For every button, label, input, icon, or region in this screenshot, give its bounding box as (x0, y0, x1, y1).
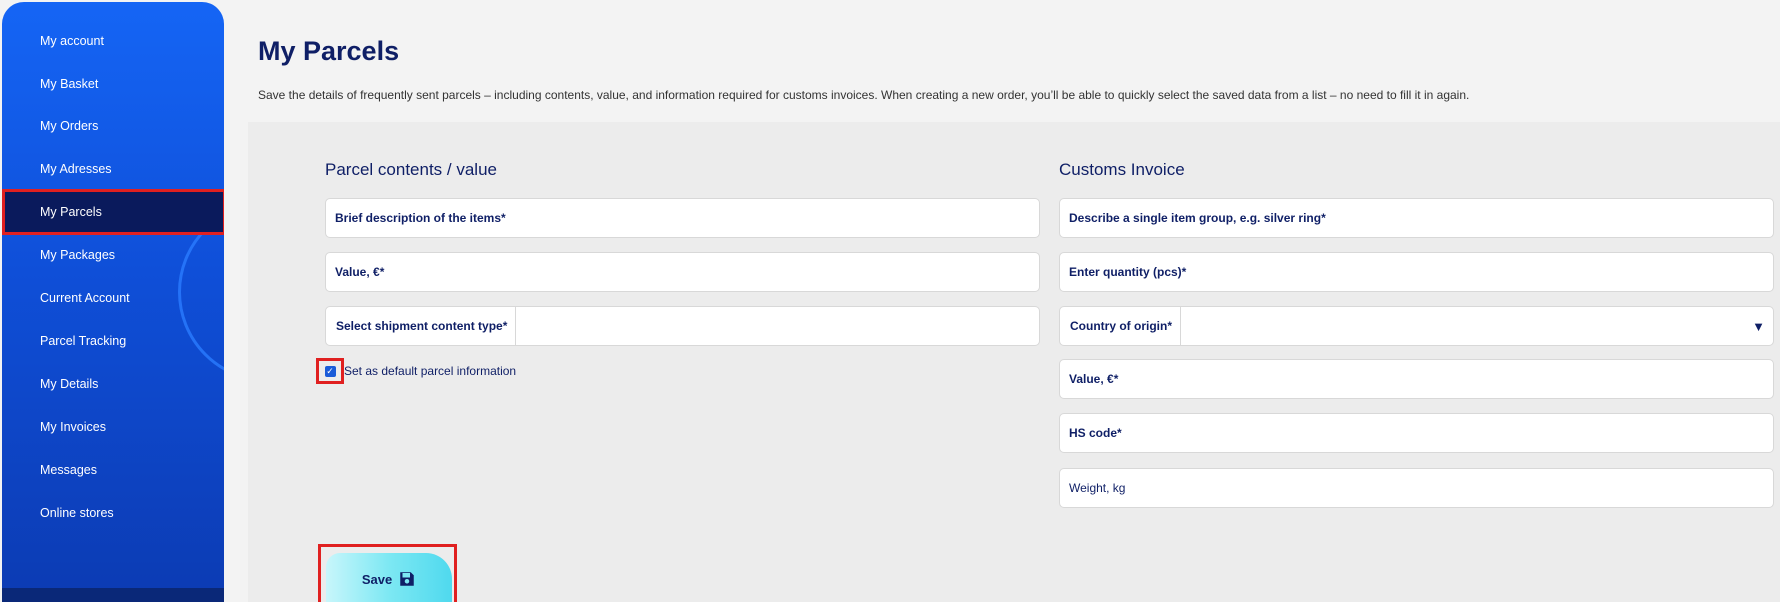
checkmark-icon: ✓ (326, 365, 334, 376)
country-of-origin-label: Country of origin* (1060, 307, 1181, 345)
default-parcel-checkbox-highlight: ✓ (316, 358, 344, 384)
sidebar-item-my-basket[interactable]: My Basket (2, 62, 224, 105)
sidebar: My account My Basket My Orders My Adress… (2, 2, 224, 602)
floppy-disk-icon (400, 572, 414, 586)
page-description: Save the details of frequently sent parc… (258, 88, 1470, 102)
default-parcel-checkbox-label[interactable]: Set as default parcel information (344, 364, 516, 378)
sidebar-item-my-orders[interactable]: My Orders (2, 104, 224, 147)
sidebar-item-my-packages[interactable]: My Packages (2, 233, 224, 276)
customs-value-input[interactable]: Value, €* (1059, 359, 1774, 399)
sidebar-footer (2, 588, 224, 602)
sidebar-item-my-invoices[interactable]: My Invoices (2, 405, 224, 448)
country-of-origin-value[interactable]: ▼ (1181, 307, 1773, 345)
items-description-input[interactable]: Brief description of the items* (325, 198, 1040, 238)
sidebar-item-my-parcels[interactable]: My Parcels (2, 189, 224, 235)
sidebar-item-online-stores[interactable]: Online stores (2, 491, 224, 534)
parcel-contents-title: Parcel contents / value (325, 160, 497, 179)
sidebar-item-my-adresses[interactable]: My Adresses (2, 147, 224, 190)
content-type-value[interactable] (516, 307, 1039, 345)
sidebar-item-parcel-tracking[interactable]: Parcel Tracking (2, 319, 224, 362)
content-type-select[interactable]: Select shipment content type* (325, 306, 1040, 346)
parcel-value-input[interactable]: Value, €* (325, 252, 1040, 292)
item-group-input[interactable]: Describe a single item group, e.g. silve… (1059, 198, 1774, 238)
weight-input[interactable]: Weight, kg (1059, 468, 1774, 508)
customs-invoice-title: Customs Invoice (1059, 160, 1185, 179)
save-button[interactable]: Save (326, 553, 452, 602)
save-button-label: Save (361, 571, 393, 587)
sidebar-item-current-account[interactable]: Current Account (2, 276, 224, 319)
chevron-down-icon[interactable]: ▼ (1752, 319, 1765, 334)
sidebar-item-my-account[interactable]: My account (2, 19, 224, 62)
page-title: My Parcels (258, 36, 400, 66)
save-button-highlight: Save (318, 544, 457, 602)
sidebar-item-my-details[interactable]: My Details (2, 362, 224, 405)
quantity-input[interactable]: Enter quantity (pcs)* (1059, 252, 1774, 292)
content-type-label: Select shipment content type* (326, 307, 517, 345)
hs-code-input[interactable]: HS code* (1059, 413, 1774, 453)
sidebar-item-messages[interactable]: Messages (2, 448, 224, 491)
default-parcel-checkbox[interactable]: ✓ (324, 365, 336, 377)
country-of-origin-select[interactable]: Country of origin* ▼ (1059, 306, 1774, 346)
